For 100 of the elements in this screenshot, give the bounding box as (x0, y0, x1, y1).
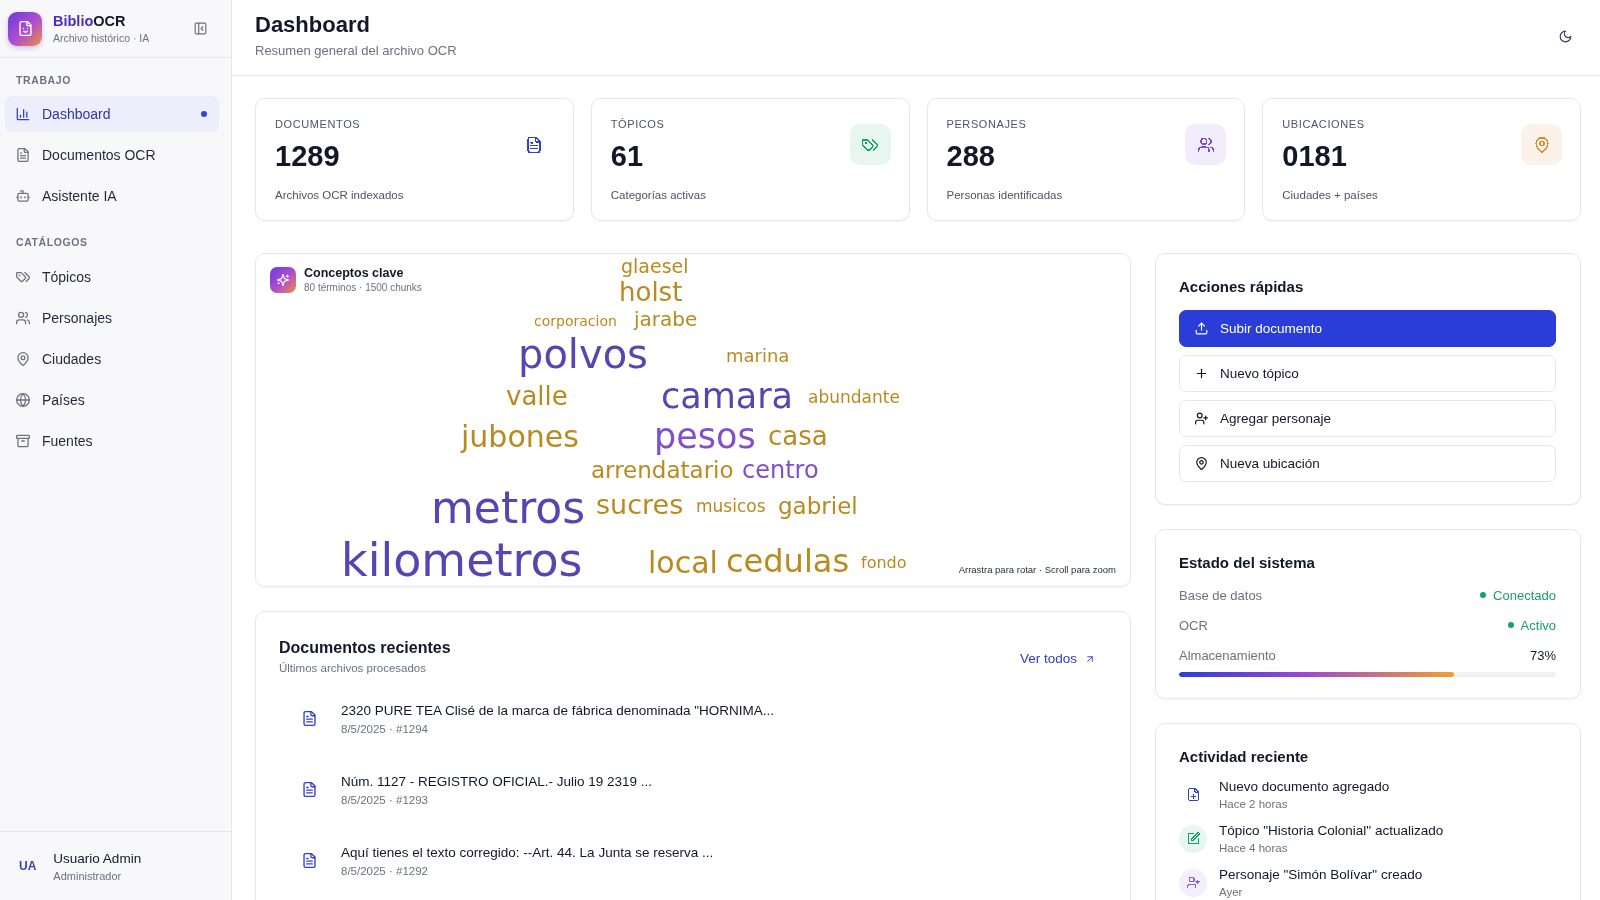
cloud-word: arrendatario (591, 458, 734, 484)
cloud-word: marina (726, 346, 790, 366)
document-title: Aquí tienes el texto corregido: --Art. 44. La Junta se reserva ... (341, 843, 714, 861)
panel-title: Conceptos clave (304, 266, 404, 281)
card-title: Acciones rápidas (1179, 278, 1305, 296)
action-button[interactable]: Subir documento (1179, 310, 1556, 347)
user-role: Administrador (53, 868, 123, 883)
stat-caption: Categorías activas (610, 188, 706, 202)
stat-caption: Personas identificadas (946, 188, 1063, 202)
app-subtitle: Archivo histórico · IA (53, 31, 150, 45)
cloud-word: sucres (596, 490, 684, 520)
status-value: Activo (1520, 617, 1556, 633)
card-subtitle: Últimos archivos procesados (279, 661, 426, 675)
action-button[interactable]: Nueva ubicación (1179, 445, 1556, 482)
cloud-word: valle (506, 382, 568, 411)
people-icon (16, 311, 30, 325)
stat-caption: Archivos OCR indexados (275, 188, 404, 202)
storage-percentage: 73% (1529, 647, 1556, 663)
stat-value: 288 (946, 139, 995, 173)
panel-subtitle: 80 términos · 1500 chunks (304, 281, 422, 294)
stat-label: TÓPICOS (610, 118, 665, 131)
archive-box-icon (16, 434, 30, 448)
activity-text: Tópico "Historia Colonial" actualizado (1219, 822, 1444, 839)
add-person-icon (1195, 412, 1208, 425)
document-icon (302, 852, 317, 869)
app-logo-icon (8, 11, 42, 46)
cloud-word: centro (742, 457, 819, 484)
cloud-word: jubones (461, 420, 579, 453)
page-subtitle: Resumen general del archivo OCR (255, 43, 457, 59)
sidebar-item[interactable]: Dashboard (5, 96, 219, 132)
sidebar-item[interactable]: Tópicos (5, 259, 219, 295)
document-icon (16, 148, 30, 162)
document-meta: 8/5/2025 · #1293 (341, 792, 428, 807)
document-icon (302, 781, 317, 798)
cloud-word: glaesel (621, 256, 689, 277)
document-meta: 8/5/2025 · #1294 (341, 721, 428, 736)
document-meta: 8/5/2025 · #1292 (341, 863, 428, 878)
activity-time: Hace 2 horas (1219, 797, 1288, 811)
status-label: Almacenamiento (1179, 647, 1276, 663)
status-label: Base de datos (1179, 587, 1263, 603)
section-label: CATÁLOGOS (15, 235, 89, 250)
cloud-word: abundante (808, 388, 900, 407)
stat-label: DOCUMENTOS (275, 118, 361, 131)
upload-icon (1195, 322, 1208, 335)
stat-value: 61 (610, 139, 643, 173)
cloud-word: kilometros (341, 535, 583, 586)
view-all-link[interactable]: Ver todos (1019, 651, 1095, 666)
cloud-word: jarabe (634, 308, 698, 330)
sparkles-icon (270, 267, 296, 293)
sidebar-item[interactable]: Documentos OCR (5, 137, 219, 173)
cloud-word: fondo (861, 554, 907, 572)
bar-chart-icon (16, 107, 30, 121)
stat-value: 1289 (275, 139, 340, 173)
status-value: Conectado (1493, 587, 1556, 603)
map-pin-icon (16, 352, 30, 366)
cloud-word: musicos (696, 497, 766, 516)
cloud-word: holst (619, 278, 683, 307)
sidebar-item[interactable]: Asistente IA (5, 178, 219, 214)
cloud-word: metros (431, 484, 586, 533)
arrow-up-right-icon (1085, 653, 1095, 664)
cloud-word: cedulas (726, 544, 850, 580)
page-title: Dashboard (255, 12, 371, 38)
stat-caption: Ciudades + países (1282, 188, 1378, 202)
tag-icon (16, 270, 30, 284)
stat-label: PERSONAJES (946, 118, 1027, 131)
globe-icon (16, 393, 30, 407)
user-initials: UA (19, 859, 37, 873)
stat-label: UBICACIONES (1282, 118, 1365, 131)
sidebar-item[interactable]: Fuentes (5, 423, 219, 459)
active-dot-icon (201, 111, 207, 117)
card-title: Documentos recientes (279, 638, 451, 657)
document-title: Núm. 1127 - REGISTRO OFICIAL.- Julio 19 2319 ... (341, 772, 653, 790)
moon-icon[interactable] (1559, 30, 1572, 43)
cloud-word: camara (661, 377, 794, 416)
sidebar-item[interactable]: Personajes (5, 300, 219, 336)
sidebar-item[interactable]: Países (5, 382, 219, 418)
cloud-word: polvos (518, 332, 648, 376)
stat-value: 0181 (1282, 139, 1347, 173)
cloud-word: local (648, 546, 718, 579)
card-title: Estado del sistema (1179, 554, 1316, 572)
status-label: OCR (1179, 617, 1208, 633)
map-pin-icon (1195, 457, 1208, 470)
user-name: Usuario Admin (53, 849, 142, 867)
activity-text: Nuevo documento agregado (1219, 778, 1390, 795)
sidebar-item[interactable]: Ciudades (5, 341, 219, 377)
section-label: TRABAJO (15, 73, 72, 88)
robot-icon (16, 189, 30, 203)
activity-time: Hace 4 horas (1219, 841, 1288, 855)
activity-text: Personaje "Simón Bolívar" creado (1219, 866, 1423, 883)
cloud-word: corporacion (534, 314, 617, 330)
action-button[interactable]: Agregar personaje (1179, 400, 1556, 437)
interaction-hint: Arrastra para rotar · Scroll para zoom (958, 564, 1116, 575)
cloud-word: pesos (654, 417, 756, 456)
action-button[interactable]: Nuevo tópico (1179, 355, 1556, 392)
app-title: BiblioOCR (53, 12, 127, 30)
document-title: 2320 PURE TEA Clisé de la marca de fábrica denominada "HORNIMA... (341, 701, 774, 719)
cloud-word: casa (768, 422, 828, 451)
sidebar-toggle-icon[interactable] (194, 22, 207, 35)
card-title: Actividad reciente (1179, 748, 1310, 766)
plus-icon (1195, 367, 1208, 380)
